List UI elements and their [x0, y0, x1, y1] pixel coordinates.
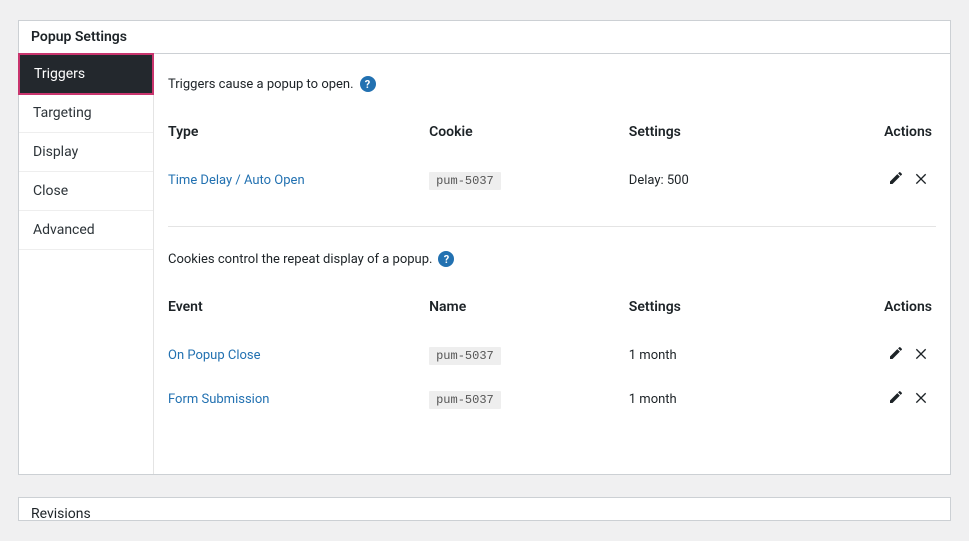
cookie-settings-value: 1 month — [629, 392, 677, 407]
tab-close[interactable]: Close — [19, 172, 153, 211]
cookies-desc-text: Cookies control the repeat display of a … — [168, 252, 432, 267]
col-event: Event — [168, 291, 429, 333]
popup-settings-panel: Popup Settings Triggers Targeting Displa… — [18, 20, 951, 475]
cookie-name-code: pum-5037 — [429, 347, 501, 365]
table-row: Time Delay / Auto Open pum-5037 Delay: 5… — [168, 158, 936, 202]
cookies-table: Event Name Settings Actions On Popup Clo… — [168, 291, 936, 421]
revisions-title: Revisions — [31, 506, 91, 521]
tab-triggers[interactable]: Triggers — [18, 53, 154, 95]
cookie-event-link[interactable]: On Popup Close — [168, 348, 261, 363]
cookies-desc: Cookies control the repeat display of a … — [168, 251, 936, 267]
section-divider — [168, 226, 936, 227]
col-cookie: Cookie — [429, 116, 629, 158]
triggers-desc: Triggers cause a popup to open. ? — [168, 76, 936, 92]
col-settings: Settings — [629, 291, 844, 333]
tab-display[interactable]: Display — [19, 133, 153, 172]
col-actions: Actions — [844, 116, 936, 158]
cookie-code: pum-5037 — [429, 172, 501, 190]
settings-tabs: Triggers Targeting Display Close Advance… — [19, 54, 154, 474]
col-actions: Actions — [844, 291, 936, 333]
edit-icon[interactable] — [885, 389, 907, 405]
tab-targeting[interactable]: Targeting — [19, 94, 153, 133]
tab-content: Triggers cause a popup to open. ? Type C… — [154, 54, 950, 474]
cookie-name-code: pum-5037 — [429, 391, 501, 409]
delete-icon[interactable] — [910, 345, 932, 361]
trigger-settings-value: Delay: 500 — [629, 173, 689, 188]
panel-body: Triggers Targeting Display Close Advance… — [19, 54, 950, 474]
col-type: Type — [168, 116, 429, 158]
cookie-event-link[interactable]: Form Submission — [168, 392, 269, 407]
table-row: Form Submission pum-5037 1 month — [168, 377, 936, 421]
tab-advanced[interactable]: Advanced — [19, 211, 153, 250]
cookie-settings-value: 1 month — [629, 348, 677, 363]
triggers-desc-text: Triggers cause a popup to open. — [168, 77, 354, 92]
delete-icon[interactable] — [910, 389, 932, 405]
revisions-panel: Revisions — [18, 497, 951, 521]
col-name: Name — [429, 291, 629, 333]
panel-title: Popup Settings — [19, 21, 950, 54]
triggers-table: Type Cookie Settings Actions Time Delay … — [168, 116, 936, 202]
help-icon[interactable]: ? — [360, 76, 376, 92]
col-settings: Settings — [629, 116, 844, 158]
delete-icon[interactable] — [910, 170, 932, 186]
help-icon[interactable]: ? — [438, 251, 454, 267]
edit-icon[interactable] — [885, 170, 907, 186]
edit-icon[interactable] — [885, 345, 907, 361]
table-row: On Popup Close pum-5037 1 month — [168, 333, 936, 377]
trigger-type-link[interactable]: Time Delay / Auto Open — [168, 173, 305, 188]
